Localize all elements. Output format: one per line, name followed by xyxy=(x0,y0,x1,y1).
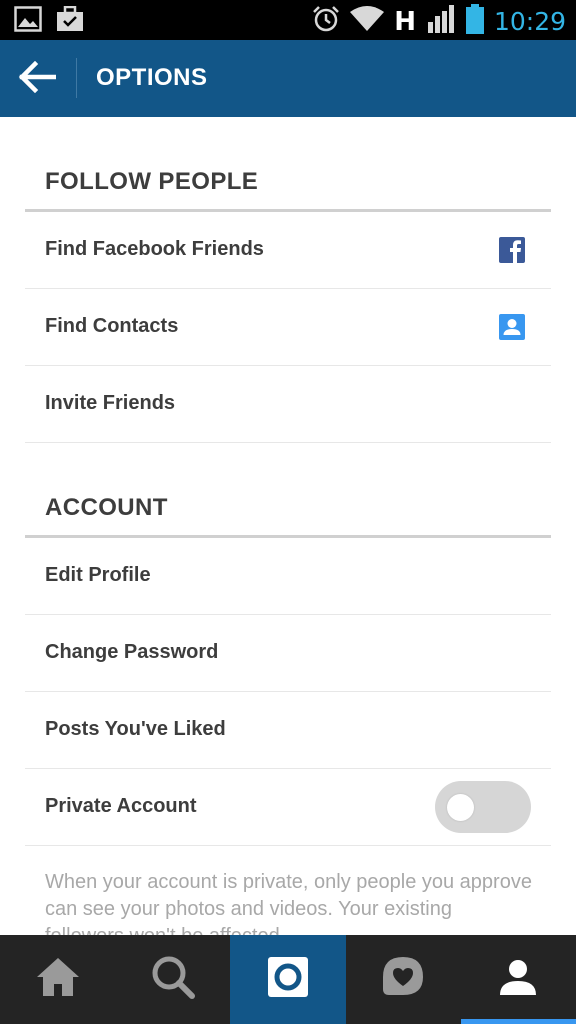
status-time: 10:29 xyxy=(493,7,566,36)
find-facebook-friends-item[interactable]: Find Facebook Friends xyxy=(25,212,551,289)
status-bar: H 10:29 xyxy=(0,0,576,40)
row-label: Private Account xyxy=(45,795,197,817)
options-list[interactable]: FOLLOW PEOPLE Find Facebook Friends Find… xyxy=(0,117,576,935)
contacts-icon xyxy=(499,314,525,340)
profile-icon xyxy=(498,957,538,1002)
back-arrow-icon xyxy=(18,60,57,98)
page-title: OPTIONS xyxy=(96,64,208,91)
bottom-tab-bar xyxy=(0,935,576,1024)
camera-icon xyxy=(266,955,310,1004)
search-icon xyxy=(151,955,195,1004)
network-type: H xyxy=(394,6,416,37)
back-button[interactable] xyxy=(14,58,60,100)
app-header: OPTIONS xyxy=(0,40,576,117)
private-account-item[interactable]: Private Account xyxy=(25,769,551,846)
row-label: Invite Friends xyxy=(45,392,176,414)
find-contacts-item[interactable]: Find Contacts xyxy=(25,289,551,366)
alarm-icon xyxy=(312,5,340,38)
row-label: Find Contacts xyxy=(45,315,179,337)
row-label: Posts You've Liked xyxy=(45,718,226,740)
gallery-icon xyxy=(14,6,42,37)
tab-activity[interactable] xyxy=(346,935,461,1024)
invite-friends-item[interactable]: Invite Friends xyxy=(25,366,551,443)
signal-icon xyxy=(426,4,456,39)
row-label: Find Facebook Friends xyxy=(45,238,264,260)
posts-liked-item[interactable]: Posts You've Liked xyxy=(25,692,551,769)
facebook-icon xyxy=(499,237,525,263)
tab-search[interactable] xyxy=(115,935,230,1024)
toggle-knob xyxy=(447,794,474,821)
row-label: Change Password xyxy=(45,641,219,663)
private-account-toggle[interactable] xyxy=(435,781,531,833)
row-label: Edit Profile xyxy=(45,564,151,586)
tab-home[interactable] xyxy=(0,935,115,1024)
tab-camera[interactable] xyxy=(230,935,346,1024)
home-icon xyxy=(35,956,81,1003)
wifi-icon xyxy=(350,6,385,37)
tab-profile[interactable] xyxy=(460,935,576,1024)
edit-profile-item[interactable]: Edit Profile xyxy=(25,538,551,615)
section-title-follow-people: FOLLOW PEOPLE xyxy=(45,168,259,195)
change-password-item[interactable]: Change Password xyxy=(25,615,551,692)
briefcase-icon xyxy=(56,5,84,37)
header-divider xyxy=(76,58,77,98)
section-title-account: ACCOUNT xyxy=(45,494,168,521)
activity-icon xyxy=(381,955,425,1004)
battery-icon xyxy=(465,4,484,39)
private-account-note: When your account is private, only peopl… xyxy=(45,871,532,935)
